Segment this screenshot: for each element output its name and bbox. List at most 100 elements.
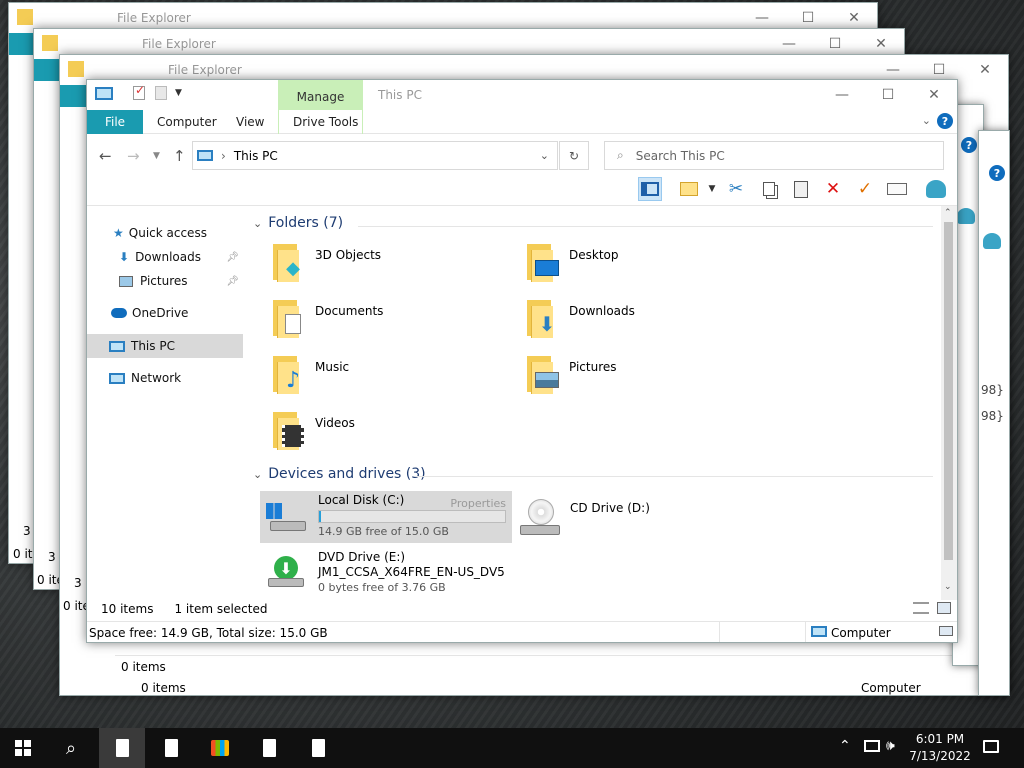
folder-music[interactable]: ♪ Music bbox=[271, 354, 349, 394]
chevron-up-icon[interactable]: ⌃ bbox=[839, 738, 851, 754]
nav-pictures[interactable]: Pictures 📌︎ bbox=[87, 269, 243, 293]
folder-icon: ⬇ bbox=[525, 298, 561, 338]
tab-drive-tools[interactable]: Drive Tools bbox=[293, 110, 358, 134]
properties-checkbox-icon[interactable]: ✓ bbox=[133, 83, 145, 100]
forward-arrow-icon[interactable]: → bbox=[127, 147, 140, 165]
this-pc-icon[interactable] bbox=[95, 86, 113, 100]
minimize-icon[interactable]: — bbox=[819, 80, 865, 110]
folder-label: Downloads bbox=[569, 304, 635, 318]
file-tab-fragment[interactable] bbox=[34, 59, 60, 81]
network-icon[interactable] bbox=[924, 177, 948, 201]
drive-dvd-e[interactable]: ⬇ DVD Drive (E:) JM1_CCSA_X64FRE_EN-US_D… bbox=[268, 548, 568, 596]
tab-file[interactable]: File bbox=[87, 110, 143, 134]
nav-quick-access[interactable]: ★ Quick access bbox=[87, 221, 243, 245]
drive-local-c[interactable]: Local Disk (C:) Properties 14.9 GB free … bbox=[260, 491, 512, 543]
folder-3d-objects[interactable]: ◆ 3D Objects bbox=[271, 242, 381, 282]
folders-header-label: Folders (7) bbox=[268, 215, 344, 231]
address-bar[interactable]: › This PC ⌄ bbox=[192, 141, 558, 170]
search-box[interactable]: ⌕ Search This PC bbox=[604, 141, 944, 170]
folder-label: 3D Objects bbox=[315, 248, 382, 262]
folder-pictures[interactable]: Pictures bbox=[525, 354, 617, 394]
store-bag-icon[interactable] bbox=[197, 728, 243, 768]
file-tab-fragment[interactable] bbox=[60, 85, 86, 107]
tab-view[interactable]: View bbox=[236, 110, 264, 134]
scroll-down-icon[interactable]: ⌄ bbox=[944, 582, 952, 592]
notification-icon[interactable] bbox=[983, 740, 999, 753]
network-icon[interactable] bbox=[983, 233, 1001, 249]
pin-icon[interactable]: 📌︎ bbox=[226, 276, 239, 287]
recent-locations-icon[interactable]: ▼ bbox=[153, 151, 160, 161]
folder-desktop[interactable]: Desktop bbox=[525, 242, 619, 282]
folder-label: Pictures bbox=[569, 360, 617, 374]
folder-options-icon[interactable] bbox=[677, 177, 701, 201]
status-location: Computer bbox=[861, 681, 921, 695]
folder-videos[interactable]: Videos bbox=[271, 410, 355, 450]
status-text: 0 items bbox=[141, 681, 186, 695]
close-icon[interactable]: ✕ bbox=[911, 80, 957, 110]
background-window-edge[interactable]: ? 98} 98} bbox=[978, 130, 1010, 696]
network-status-icon[interactable] bbox=[864, 740, 880, 752]
tab-computer[interactable]: Computer bbox=[157, 110, 217, 134]
paste-icon[interactable] bbox=[789, 177, 813, 201]
window-title: File Explorer bbox=[142, 37, 216, 51]
start-windows-icon[interactable] bbox=[0, 728, 46, 768]
help-icon[interactable]: ? bbox=[937, 113, 953, 129]
vertical-scrollbar[interactable]: ⌃ ⌄ bbox=[941, 206, 957, 600]
folder-icon bbox=[68, 61, 84, 77]
large-icons-view-icon[interactable] bbox=[937, 602, 951, 614]
delete-icon[interactable]: ✕ bbox=[821, 177, 845, 201]
up-arrow-icon[interactable]: ↑ bbox=[173, 147, 186, 165]
properties-hover-label[interactable]: Properties bbox=[450, 497, 506, 510]
qat-dropdown-icon[interactable]: ▼ bbox=[175, 88, 182, 98]
nav-network[interactable]: Network bbox=[87, 366, 243, 390]
drives-group-header[interactable]: ⌄ Devices and drives (3) bbox=[253, 466, 426, 482]
volume-icon[interactable]: 🕪︎ bbox=[886, 738, 895, 754]
file-tab-fragment[interactable] bbox=[9, 33, 35, 55]
check-icon[interactable]: ✓ bbox=[853, 177, 877, 201]
folder-options-dropdown-icon[interactable]: ▼ bbox=[705, 177, 719, 201]
nav-onedrive[interactable]: OneDrive bbox=[87, 301, 243, 325]
title-bar[interactable]: ✓ ▼ Manage This PC — ☐ ✕ bbox=[87, 80, 957, 110]
breadcrumb-this-pc[interactable]: This PC bbox=[234, 149, 278, 163]
view-large-icon[interactable] bbox=[939, 626, 953, 636]
nav-downloads[interactable]: ⬇ Downloads 📌︎ bbox=[87, 245, 243, 269]
folder-documents[interactable]: Documents bbox=[271, 298, 383, 338]
scroll-up-icon[interactable]: ⌃ bbox=[944, 208, 952, 218]
copy-icon[interactable] bbox=[757, 177, 781, 201]
new-folder-icon[interactable] bbox=[155, 86, 167, 100]
search-icon[interactable]: ⌕ bbox=[48, 728, 94, 768]
back-arrow-icon[interactable]: ← bbox=[99, 147, 112, 165]
taskbar-app-active[interactable] bbox=[99, 728, 145, 768]
refresh-icon[interactable]: ↻ bbox=[559, 141, 589, 170]
network-icon[interactable] bbox=[957, 208, 975, 224]
clock-time[interactable]: 6:01 PM bbox=[910, 732, 970, 746]
cut-icon[interactable]: ✂ bbox=[724, 177, 748, 201]
nav-label: Downloads bbox=[135, 250, 201, 264]
address-dropdown-icon[interactable]: ⌄ bbox=[540, 149, 549, 162]
nav-label: Pictures bbox=[140, 274, 188, 288]
ribbon-tabs: File Computer View Drive Tools ⌄ ? bbox=[87, 110, 957, 134]
ribbon-expand-icon[interactable]: ⌄ bbox=[922, 114, 931, 127]
nav-this-pc[interactable]: This PC bbox=[87, 334, 243, 358]
close-icon[interactable]: ✕ bbox=[962, 55, 1008, 85]
folders-group-header[interactable]: ⌄ Folders (7) bbox=[253, 215, 343, 231]
preview-pane-icon[interactable] bbox=[638, 177, 662, 201]
help-icon[interactable]: ? bbox=[989, 165, 1005, 181]
selection-count: 1 item selected bbox=[174, 602, 268, 616]
help-icon[interactable]: ? bbox=[961, 137, 977, 153]
drive-cd-d[interactable]: CD Drive (D:) bbox=[520, 495, 720, 543]
drive-usage-bar bbox=[318, 510, 506, 523]
taskbar-app[interactable] bbox=[295, 728, 341, 768]
main-explorer-window[interactable]: ✓ ▼ Manage This PC — ☐ ✕ File Computer V… bbox=[86, 79, 958, 643]
taskbar-app[interactable] bbox=[148, 728, 194, 768]
rename-icon[interactable] bbox=[885, 177, 909, 201]
search-input[interactable]: Search This PC bbox=[636, 149, 725, 163]
taskbar-app[interactable] bbox=[246, 728, 292, 768]
folder-icon: ◆ bbox=[271, 242, 307, 282]
pin-icon[interactable]: 📌︎ bbox=[226, 252, 239, 263]
clock-date[interactable]: 7/13/2022 bbox=[908, 749, 972, 763]
details-view-icon[interactable] bbox=[913, 602, 929, 614]
folder-downloads[interactable]: ⬇ Downloads bbox=[525, 298, 635, 338]
scrollbar-thumb[interactable] bbox=[944, 222, 953, 560]
maximize-icon[interactable]: ☐ bbox=[865, 80, 911, 110]
